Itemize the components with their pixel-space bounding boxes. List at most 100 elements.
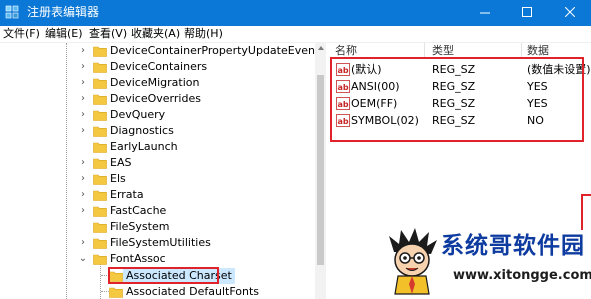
scroll-up-arrow-icon[interactable] — [318, 46, 324, 50]
expand-chevron-icon[interactable]: › — [78, 204, 88, 218]
tree-item-label: FontAssoc — [110, 252, 166, 265]
folder-icon — [93, 157, 107, 169]
expand-chevron-icon[interactable] — [78, 140, 88, 154]
folder-icon — [93, 45, 107, 57]
watermark-url: www.xitongge.com — [453, 268, 591, 283]
folder-icon — [93, 173, 107, 185]
menu-file[interactable]: 文件(F) — [3, 26, 40, 43]
close-button[interactable] — [555, 0, 585, 26]
title-bar: 注册表编辑器 — [0, 0, 591, 26]
string-value-icon: ab — [336, 114, 350, 127]
maximize-icon — [522, 7, 532, 17]
value-name: (默认) — [351, 63, 382, 76]
tree-item[interactable]: › DeviceOverrides — [0, 91, 315, 107]
folder-icon — [93, 237, 107, 249]
expand-chevron-icon[interactable]: › — [78, 172, 88, 186]
value-data: YES — [527, 97, 548, 110]
value-row[interactable]: ab (默认) REG_SZ (数值未设置) — [326, 61, 591, 78]
tree-item[interactable]: Associated DefaultFonts — [0, 284, 315, 299]
column-header-type[interactable]: 类型 — [432, 43, 454, 60]
value-data: NO — [527, 114, 544, 127]
tree-item-label: DeviceOverrides — [110, 92, 201, 105]
menu-bar: 文件(F) 编辑(E) 查看(V) 收藏夹(A) 帮助(H) — [0, 26, 591, 43]
tree-item-label: FastCache — [110, 204, 167, 217]
tree-item-label: Associated DefaultFonts — [126, 285, 259, 298]
tree-item[interactable]: › Errata — [0, 187, 315, 203]
expand-chevron-icon[interactable]: › — [78, 60, 88, 74]
expand-chevron-icon[interactable]: › — [78, 124, 88, 138]
folder-icon — [93, 253, 107, 265]
string-value-icon: ab — [336, 97, 350, 110]
svg-text:ab: ab — [338, 66, 349, 75]
window-title: 注册表编辑器 — [27, 5, 100, 19]
tree-item-label: Associated Charset — [123, 268, 235, 284]
value-name: SYMBOL(02) — [351, 114, 419, 127]
registry-tree[interactable]: › DeviceContainerPropertyUpdateEvents › Dev… — [0, 43, 315, 299]
tree-item[interactable]: FileSystem — [0, 219, 315, 235]
menu-favorites[interactable]: 收藏夹(A) — [131, 26, 180, 43]
maximize-button[interactable] — [512, 0, 542, 26]
minimize-button[interactable] — [470, 0, 500, 26]
tree-item[interactable]: › FileSystemUtilities — [0, 235, 315, 251]
folder-icon — [93, 205, 107, 217]
expand-chevron-icon[interactable]: ⌄ — [78, 252, 88, 266]
expand-chevron-icon[interactable] — [78, 220, 88, 234]
tree-item[interactable]: › Diagnostics — [0, 123, 315, 139]
tree-item[interactable]: › DeviceContainerPropertyUpdateEvents — [0, 43, 315, 59]
folder-icon — [93, 125, 107, 137]
column-header-name[interactable]: 名称 — [335, 43, 357, 60]
scrollbar-thumb[interactable] — [317, 75, 324, 265]
value-row[interactable]: ab SYMBOL(02) REG_SZ NO — [326, 112, 591, 129]
expand-chevron-icon[interactable]: › — [78, 236, 88, 250]
tree-item-label: DevQuery — [110, 108, 166, 121]
value-type: REG_SZ — [432, 97, 476, 110]
folder-icon — [109, 270, 123, 282]
tree-item[interactable]: › EAS — [0, 155, 315, 171]
tree-item-label: EAS — [110, 156, 132, 169]
tree-item-label: DeviceContainerPropertyUpdateEvents — [110, 44, 315, 57]
column-separator[interactable] — [424, 43, 425, 59]
annotation-highlight-box — [581, 194, 591, 230]
minimize-icon — [480, 12, 490, 14]
tree-item-label: Els — [110, 172, 126, 185]
value-row[interactable]: ab OEM(FF) REG_SZ YES — [326, 95, 591, 112]
value-type: REG_SZ — [432, 114, 476, 127]
tree-item[interactable]: › DeviceContainers — [0, 59, 315, 75]
tree-item[interactable]: EarlyLaunch — [0, 139, 315, 155]
folder-icon — [93, 109, 107, 121]
expand-chevron-icon[interactable]: › — [78, 92, 88, 106]
expand-chevron-icon[interactable]: › — [78, 108, 88, 122]
menu-view[interactable]: 查看(V) — [89, 26, 127, 43]
expand-chevron-icon[interactable]: › — [78, 76, 88, 90]
tree-item-label: Errata — [110, 188, 144, 201]
svg-text:ab: ab — [338, 117, 349, 126]
watermark: 系统哥软件园 www.xitongge.com — [385, 226, 591, 299]
tree-item[interactable]: › FastCache — [0, 203, 315, 219]
tree-item[interactable]: › DevQuery — [0, 107, 315, 123]
svg-text:ab: ab — [338, 83, 349, 92]
tree-item-label: DeviceMigration — [110, 76, 200, 89]
tree-scrollbar[interactable] — [316, 43, 325, 299]
tree-item-label: FileSystem — [110, 220, 170, 233]
folder-icon — [93, 141, 107, 153]
column-header-data[interactable]: 数据 — [527, 43, 549, 60]
menu-help[interactable]: 帮助(H) — [184, 26, 223, 43]
column-separator[interactable] — [521, 43, 522, 59]
tree-item[interactable]: › Els — [0, 171, 315, 187]
menu-edit[interactable]: 编辑(E) — [45, 26, 83, 43]
expand-chevron-icon[interactable]: › — [78, 156, 88, 170]
tree-item[interactable]: ⌄ FontAssoc — [0, 251, 315, 267]
tree-item[interactable]: › DeviceMigration — [0, 75, 315, 91]
watermark-brand: 系统哥软件园 — [441, 233, 585, 259]
string-value-icon: ab — [336, 63, 350, 76]
tree-item-label: Diagnostics — [110, 124, 174, 137]
registry-editor-icon — [5, 5, 19, 19]
folder-icon — [93, 77, 107, 89]
folder-icon — [93, 189, 107, 201]
mascot-logo-icon — [389, 228, 437, 295]
expand-chevron-icon[interactable]: › — [78, 44, 88, 58]
tree-item-label: EarlyLaunch — [110, 140, 178, 153]
value-row[interactable]: ab ANSI(00) REG_SZ YES — [326, 78, 591, 95]
expand-chevron-icon[interactable]: › — [78, 188, 88, 202]
tree-item-selected[interactable]: Associated Charset — [0, 268, 315, 284]
